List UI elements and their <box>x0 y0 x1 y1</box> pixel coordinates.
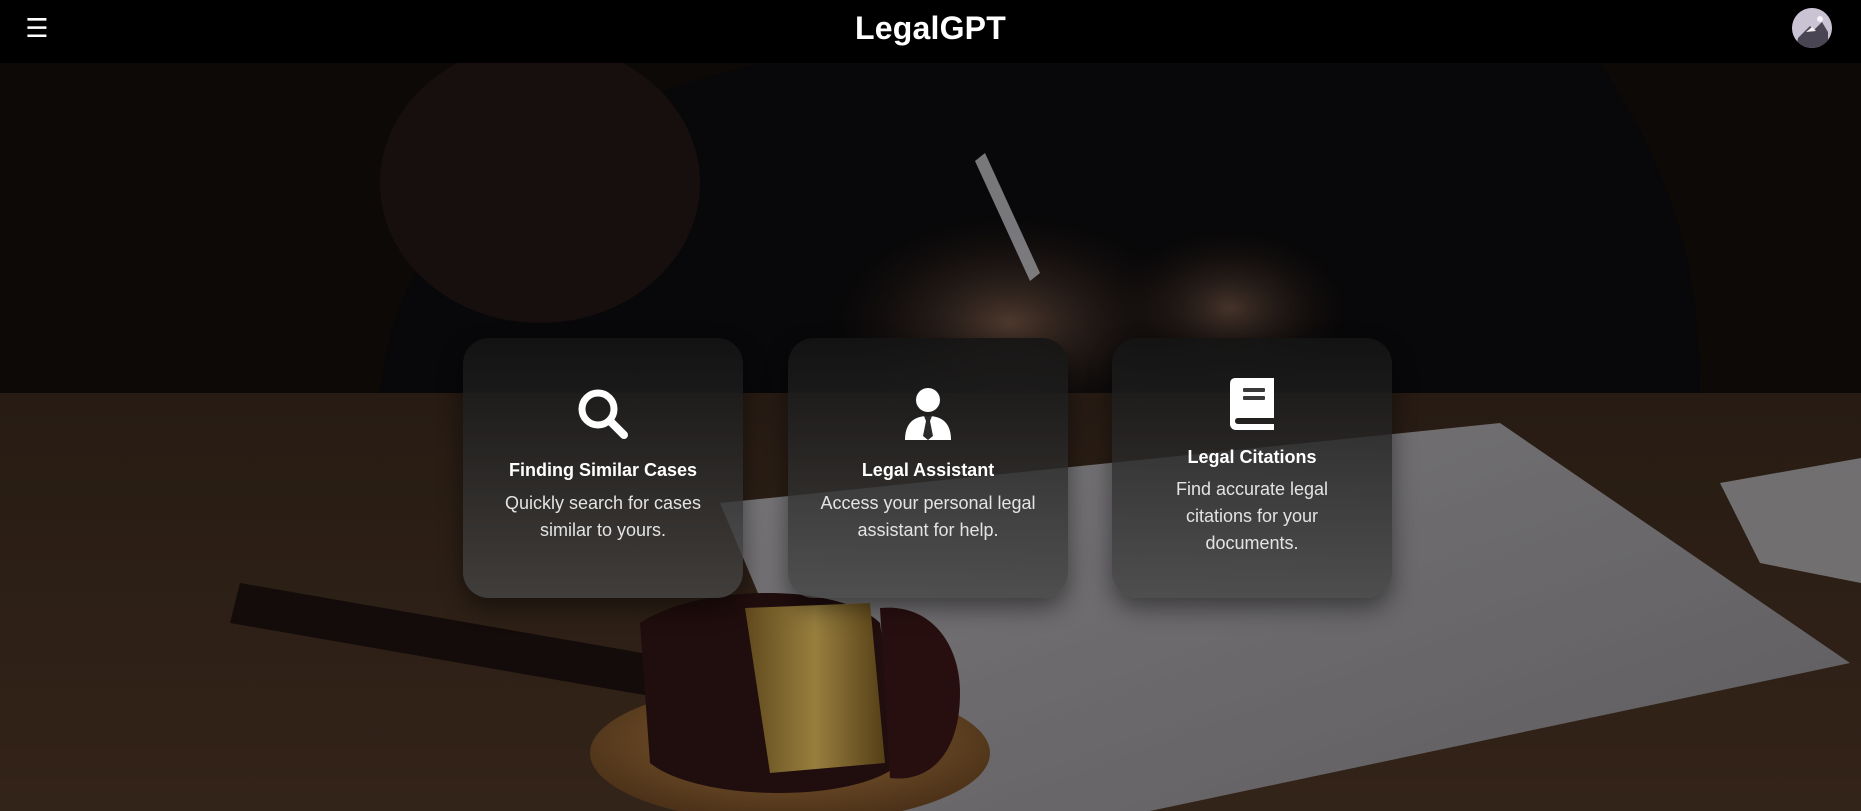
card-legal-assistant[interactable]: Legal Assistant Access your personal leg… <box>788 338 1068 598</box>
app-title: LegalGPT <box>855 10 1006 46</box>
feature-cards: Finding Similar Cases Quickly search for… <box>0 63 1861 811</box>
search-icon <box>463 388 743 440</box>
card-description: Find accurate legal citations for your d… <box>1175 479 1329 553</box>
card-legal-citations[interactable]: Legal Citations Find accurate legal cita… <box>1112 338 1392 598</box>
card-description: Quickly search for cases similar to your… <box>504 493 702 540</box>
card-title: Finding Similar Cases <box>508 460 698 480</box>
user-avatar[interactable] <box>1792 8 1832 48</box>
user-tie-icon <box>788 388 1068 440</box>
avatar-image <box>1792 8 1832 48</box>
card-description: Access your personal legal assistant for… <box>820 493 1036 540</box>
card-finding-similar-cases[interactable]: Finding Similar Cases Quickly search for… <box>463 338 743 598</box>
card-title: Legal Citations <box>1187 447 1317 467</box>
top-navbar: ☰ LegalGPT <box>0 0 1861 63</box>
book-icon <box>1112 378 1392 430</box>
hero-section: Finding Similar Cases Quickly search for… <box>0 63 1861 811</box>
card-title: Legal Assistant <box>861 460 995 480</box>
